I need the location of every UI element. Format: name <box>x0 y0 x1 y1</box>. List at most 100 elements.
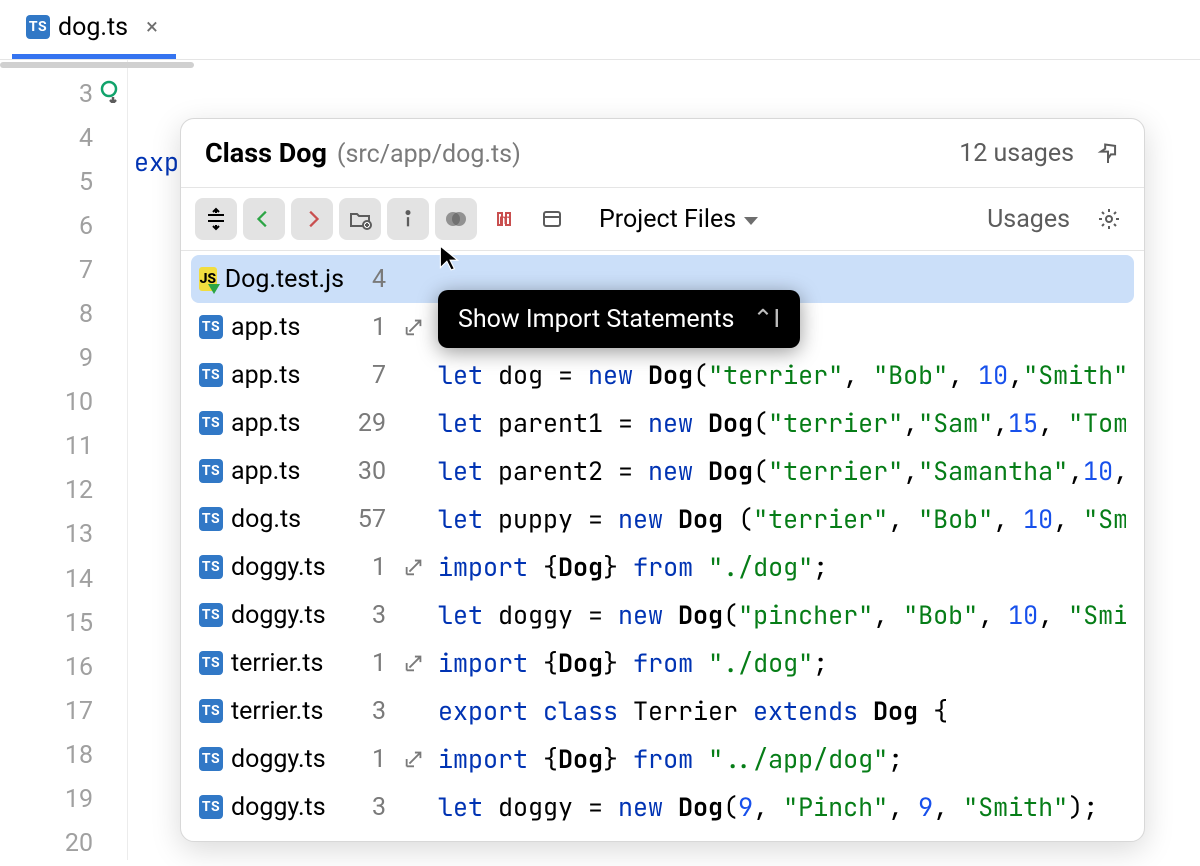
usage-file-name: app.ts <box>231 409 300 438</box>
usage-file-name: terrier.ts <box>231 649 323 678</box>
usage-line-number: 30 <box>350 457 390 486</box>
usage-line-number: 7 <box>350 361 390 390</box>
new-folder-button[interactable] <box>339 198 381 240</box>
usage-file-name: Dog.test.js <box>225 265 344 294</box>
typescript-icon: TS <box>199 747 223 771</box>
usage-line-number: 3 <box>350 601 390 630</box>
usage-code-preview: import {Dog} from "../app/dog"; <box>438 742 1126 776</box>
usage-line-number: 3 <box>350 793 390 822</box>
tab-dog-ts[interactable]: TS dog.ts × <box>12 0 176 59</box>
usage-file-name: dog.ts <box>231 505 301 534</box>
popup-toolbar: m Project Files Usages <box>181 188 1144 251</box>
gutter-line: 19 <box>0 778 127 822</box>
gutter: 34567891011121314151617181920 <box>0 60 128 860</box>
usage-row[interactable]: TSdog.ts57let puppy = new Dog ("terrier"… <box>191 495 1134 543</box>
typescript-icon: TS <box>199 459 223 483</box>
usage-line-number: 4 <box>350 265 390 294</box>
tab-title: dog.ts <box>58 13 128 42</box>
usage-code-preview: let doggy = new Dog(9, "Pinch", 9, "Smit… <box>438 790 1126 824</box>
usage-row[interactable]: TSdoggy.ts1import {Dog} from "./dog"; <box>191 543 1134 591</box>
gutter-line: 5 <box>0 160 127 204</box>
expand-all-button[interactable] <box>195 198 237 240</box>
usage-line-number: 1 <box>350 649 390 678</box>
gutter-line: 18 <box>0 733 127 777</box>
popup-subtitle: (src/app/dog.ts) <box>337 140 521 169</box>
usage-code-preview: let doggy = new Dog("pincher", "Bob", 10… <box>438 598 1126 632</box>
usage-line-number: 1 <box>350 553 390 582</box>
usage-code-preview: let parent2 = new Dog("terrier","Samanth… <box>438 454 1126 488</box>
usage-row[interactable]: TS doggy.ts 3 let doggy = new Dog("pincher"… <box>191 591 1134 639</box>
gutter-line: 4 <box>0 116 127 160</box>
editor-tab-bar: TS dog.ts × <box>0 0 1200 60</box>
import-indicator-icon <box>396 556 432 578</box>
popup-header: Class Dog (src/app/dog.ts) 12 usages <box>181 119 1144 188</box>
show-import-statements-button[interactable] <box>387 198 429 240</box>
usage-line-number: 29 <box>350 409 390 438</box>
usage-file-name: app.ts <box>231 361 300 390</box>
scope-select[interactable]: Project Files <box>589 205 764 234</box>
prev-occurrence-button[interactable] <box>243 198 285 240</box>
usage-file-name: app.ts <box>231 313 300 342</box>
typescript-icon: TS <box>199 507 223 531</box>
usage-line-number: 1 <box>350 745 390 774</box>
gutter-line: 6 <box>0 204 127 248</box>
gutter-line: 8 <box>0 292 127 336</box>
typescript-icon: TS <box>199 603 223 627</box>
gutter-line: 16 <box>0 645 127 689</box>
typescript-icon: TS <box>26 15 50 39</box>
typescript-icon: TS <box>199 795 223 819</box>
typescript-icon: TS <box>199 699 223 723</box>
close-icon[interactable]: × <box>142 15 162 40</box>
gutter-line: 7 <box>0 248 127 292</box>
usage-code-preview: let dog = new Dog("terrier", "Bob", 10,"… <box>438 358 1126 392</box>
next-occurrence-button[interactable] <box>291 198 333 240</box>
import-indicator-icon <box>396 748 432 770</box>
usages-count: 12 usages <box>959 139 1074 168</box>
tooltip-show-import-statements: Show Import Statements ⌃I <box>438 290 800 348</box>
usage-file-name: terrier.ts <box>231 697 323 726</box>
usage-row[interactable]: TS app.ts 30 let parent2 = new Dog("terrier… <box>191 447 1134 495</box>
import-indicator-icon <box>396 652 432 674</box>
svg-text:m: m <box>499 212 511 228</box>
usages-tab[interactable]: Usages <box>987 205 1070 234</box>
tooltip-shortcut: ⌃I <box>752 304 780 334</box>
usage-row[interactable]: TS app.ts 7 let dog = new Dog("terrier", "B… <box>191 351 1134 399</box>
usage-row[interactable]: TS doggy.ts 3 let doggy = new Dog(9, "Pinch… <box>191 783 1134 831</box>
gutter-line: 9 <box>0 337 127 381</box>
tooltip-text: Show Import Statements <box>458 305 734 334</box>
usage-file-name: doggy.ts <box>231 793 326 822</box>
typescript-icon: TS <box>199 411 223 435</box>
gutter-line: 11 <box>0 425 127 469</box>
gutter-line: 3 <box>0 72 127 116</box>
usage-code-preview: import {Dog} from "./dog"; <box>438 550 1126 584</box>
pin-icon[interactable] <box>1096 141 1120 165</box>
usage-row[interactable]: TSterrier.ts1import {Dog} from "./dog"; <box>191 639 1134 687</box>
implementations-gutter-icon[interactable] <box>99 79 123 109</box>
preview-button[interactable] <box>531 198 573 240</box>
merge-usages-button[interactable]: m <box>483 198 525 240</box>
gutter-line: 15 <box>0 601 127 645</box>
gutter-line: 14 <box>0 557 127 601</box>
popup-title: Class Dog <box>205 137 327 169</box>
settings-icon[interactable] <box>1088 198 1130 240</box>
javascript-icon: JS <box>199 267 217 291</box>
usage-file-name: doggy.ts <box>231 745 326 774</box>
gutter-line: 20 <box>0 822 127 866</box>
horizontal-scrollbar[interactable] <box>0 62 194 68</box>
usage-line-number: 57 <box>350 505 390 534</box>
usage-code-preview: let parent1 = new Dog("terrier","Sam",15… <box>438 406 1126 440</box>
typescript-icon: TS <box>199 363 223 387</box>
usage-row[interactable]: TS doggy.ts 1 import {Dog} from "../app/dog… <box>191 735 1134 783</box>
usage-code-preview: export class Terrier extends Dog { <box>438 694 1126 728</box>
usage-file-name: app.ts <box>231 457 300 486</box>
import-indicator-icon <box>396 316 432 338</box>
gutter-line: 12 <box>0 469 127 513</box>
usage-row[interactable]: TS app.ts 29 let parent1 = new Dog("terrier… <box>191 399 1134 447</box>
usage-file-name: doggy.ts <box>231 601 326 630</box>
show-read-write-button[interactable] <box>435 198 477 240</box>
usage-file-name: doggy.ts <box>231 553 326 582</box>
gutter-line: 17 <box>0 689 127 733</box>
typescript-icon: TS <box>199 651 223 675</box>
usages-popup: Class Dog (src/app/dog.ts) 12 usages <box>180 118 1145 842</box>
usage-row[interactable]: TSterrier.ts3export class Terrier extend… <box>191 687 1134 735</box>
